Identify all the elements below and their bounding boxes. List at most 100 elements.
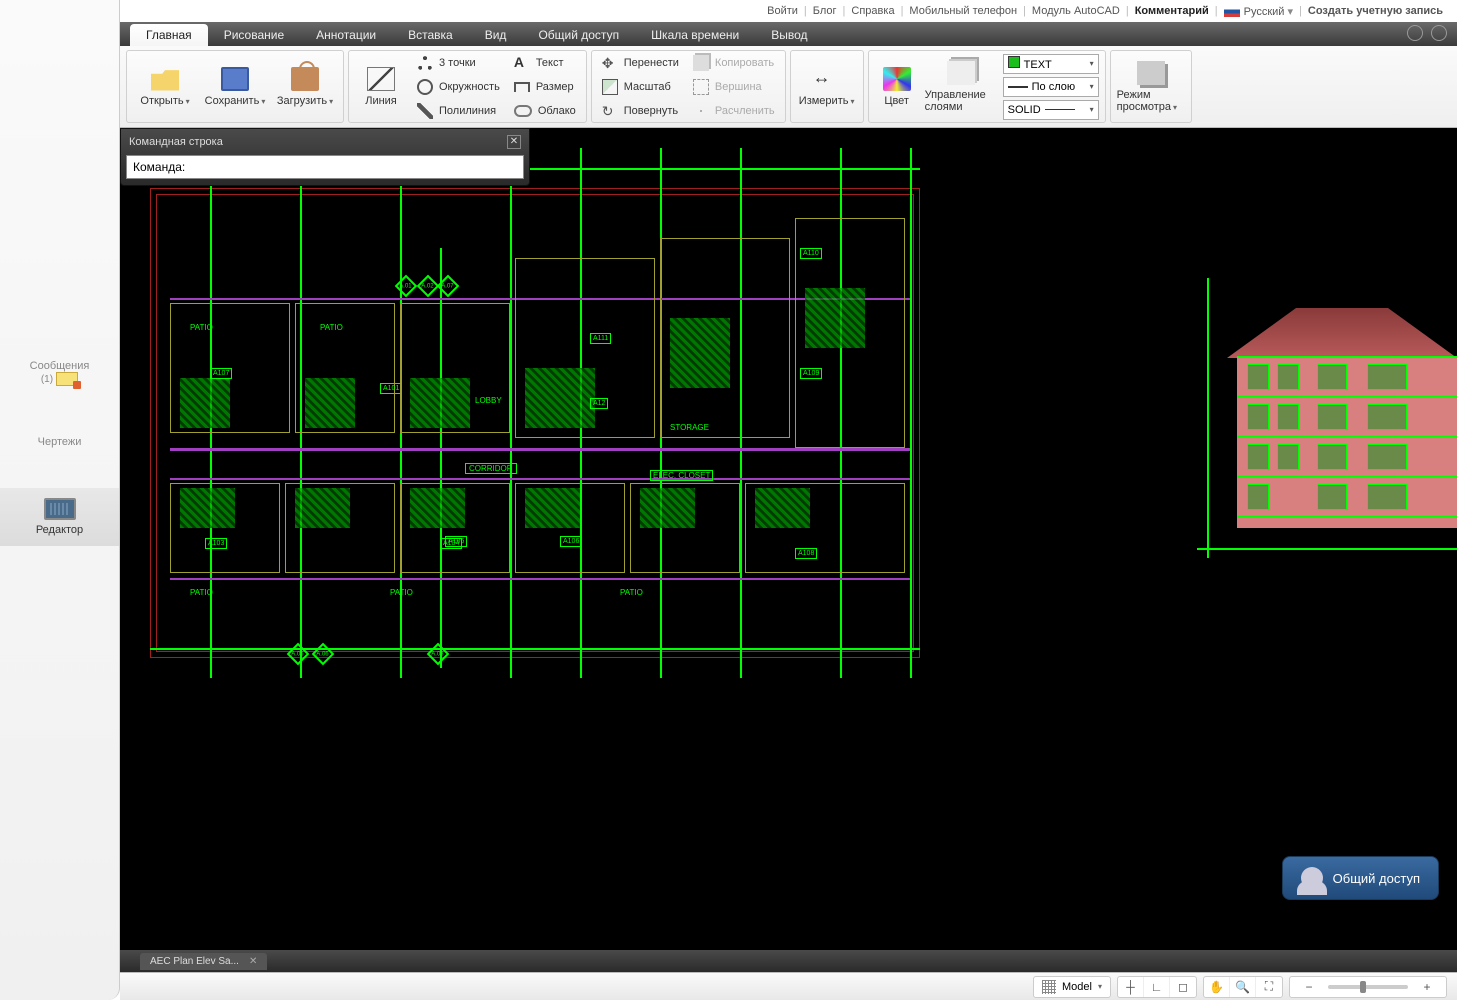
snap-object-toggle[interactable]: ◻ xyxy=(1170,977,1196,997)
polyline-button[interactable]: Полилиния xyxy=(413,100,504,122)
explode-button[interactable]: Расчленить xyxy=(689,100,779,122)
circle-icon xyxy=(417,79,433,95)
text-elec-closet: ELEC. CLOSET xyxy=(650,470,713,481)
zoom-out-button[interactable]: − xyxy=(1296,977,1322,997)
move-icon xyxy=(602,55,618,71)
color-button[interactable]: Цвет xyxy=(875,51,919,123)
link-mobile[interactable]: Мобильный телефон xyxy=(909,5,1017,17)
tab-sharing[interactable]: Общий доступ xyxy=(522,24,635,46)
ribbon-group-modify: Перенести Масштаб Повернуть Копировать В… xyxy=(591,50,786,123)
download-icon xyxy=(291,67,319,91)
command-input[interactable] xyxy=(126,155,524,179)
share-button[interactable]: Общий доступ xyxy=(1282,856,1439,900)
layers-button[interactable]: Управление слоями xyxy=(925,51,997,123)
vertex-button[interactable]: Вершина xyxy=(689,76,779,98)
nav-tools: ✋ 🔍 ⛶ xyxy=(1203,976,1283,998)
dimension-button[interactable]: Размер xyxy=(510,76,580,98)
room-label: A109 xyxy=(800,368,822,379)
layer-select[interactable]: TEXT▾ xyxy=(1003,54,1099,74)
copy-button[interactable]: Копировать xyxy=(689,52,779,74)
scale-icon xyxy=(602,79,618,95)
ribbon: Открыть▾ Сохранить▾ Загрузить▾ Линия 3 т… xyxy=(120,46,1457,128)
zoom-extents-button[interactable]: ⛶ xyxy=(1256,977,1282,997)
status-bar: Model ▾ ┼ ∟ ◻ ✋ 🔍 ⛶ − + xyxy=(120,972,1457,1000)
linetype-select[interactable]: SOLID▾ xyxy=(1003,100,1099,120)
zoom-control: − + xyxy=(1289,976,1447,998)
refresh-icon[interactable] xyxy=(1407,25,1423,41)
cloud-button[interactable]: Облако xyxy=(510,100,580,122)
ribbon-group-measure: Измерить▾ xyxy=(790,50,864,123)
snap-ortho-toggle[interactable]: ∟ xyxy=(1144,977,1170,997)
text-patio: PATIO xyxy=(190,588,213,597)
snap-grid-toggle[interactable]: ┼ xyxy=(1118,977,1144,997)
color-palette-icon xyxy=(883,67,911,91)
ribbon-group-file: Открыть▾ Сохранить▾ Загрузить▾ xyxy=(126,50,344,123)
link-blog[interactable]: Блог xyxy=(813,5,837,17)
zoom-slider[interactable] xyxy=(1328,985,1408,989)
viewmode-button[interactable]: Режим просмотра▾ xyxy=(1117,51,1185,123)
close-icon[interactable]: ✕ xyxy=(507,135,521,149)
text-button[interactable]: Текст xyxy=(510,52,580,74)
help-icon[interactable] xyxy=(1431,25,1447,41)
sidebar-item-editor[interactable]: Редактор xyxy=(0,488,119,546)
line-button[interactable]: Линия xyxy=(355,51,407,123)
link-autocad[interactable]: Модуль AutoCAD xyxy=(1032,5,1120,17)
tab-output[interactable]: Вывод xyxy=(755,24,823,46)
drawing-canvas[interactable]: Командная строка ✕ xyxy=(120,128,1457,950)
open-button[interactable]: Открыть▾ xyxy=(133,51,197,123)
text-patio: PATIO xyxy=(320,323,343,332)
vertex-icon xyxy=(693,79,709,95)
layer-color-swatch xyxy=(1008,56,1020,68)
rotate-icon xyxy=(602,103,618,119)
rotate-button[interactable]: Повернуть xyxy=(598,100,683,122)
tab-insert[interactable]: Вставка xyxy=(392,24,469,46)
command-title: Командная строка xyxy=(129,136,223,148)
room-label: A110 xyxy=(800,248,822,259)
tab-home[interactable]: Главная xyxy=(130,24,208,46)
ribbon-group-draw: Линия 3 точки Окружность Полилиния Текст… xyxy=(348,50,587,123)
tab-view[interactable]: Вид xyxy=(469,24,523,46)
room-label: A107 xyxy=(210,368,232,379)
text-patio: PATIO xyxy=(390,588,413,597)
link-comment[interactable]: Комментарий xyxy=(1135,5,1209,17)
save-button[interactable]: Сохранить▾ xyxy=(203,51,267,123)
sidebar-item-messages[interactable]: Сообщения (1) xyxy=(0,350,119,396)
cloud-icon xyxy=(514,105,532,117)
tab-timeline[interactable]: Шкала времени xyxy=(635,24,755,46)
pan-button[interactable]: ✋ xyxy=(1204,977,1230,997)
ribbon-group-view: Режим просмотра▾ xyxy=(1110,50,1192,123)
language-selector[interactable]: Русский ▾ xyxy=(1224,5,1293,18)
room-label: A105 xyxy=(445,536,467,547)
copy-icon xyxy=(693,55,709,71)
file-tab[interactable]: AEC Plan Elev Sa... ✕ xyxy=(140,953,267,970)
chevron-down-icon: ▾ xyxy=(1288,6,1294,18)
measure-button[interactable]: Измерить▾ xyxy=(797,51,857,123)
editor-icon xyxy=(44,498,76,520)
zoom-window-button[interactable]: 🔍 xyxy=(1230,977,1256,997)
sidebar-item-drawings[interactable]: Чертежи xyxy=(0,426,119,458)
circle-button[interactable]: Окружность xyxy=(413,76,504,98)
lineweight-select[interactable]: По слою▾ xyxy=(1003,77,1099,97)
three-points-icon xyxy=(417,55,433,71)
link-help[interactable]: Справка xyxy=(851,5,894,17)
main-area: Войти| Блог| Справка| Мобильный телефон|… xyxy=(120,0,1457,1000)
scale-button[interactable]: Масштаб xyxy=(598,76,683,98)
tab-annotations[interactable]: Аннотации xyxy=(300,24,392,46)
grid-icon xyxy=(1042,980,1056,994)
link-create-account[interactable]: Создать учетную запись xyxy=(1308,5,1443,17)
close-tab-icon[interactable]: ✕ xyxy=(249,956,257,967)
three-points-button[interactable]: 3 точки xyxy=(413,52,504,74)
tab-drawing[interactable]: Рисование xyxy=(208,24,300,46)
model-space-select[interactable]: Model ▾ xyxy=(1033,976,1111,998)
measure-icon xyxy=(813,67,841,91)
load-button[interactable]: Загрузить▾ xyxy=(273,51,337,123)
file-tab-label: AEC Plan Elev Sa... xyxy=(150,956,239,967)
folder-open-icon xyxy=(151,67,179,91)
text-lobby: LOBBY xyxy=(475,396,502,405)
zoom-in-button[interactable]: + xyxy=(1414,977,1440,997)
floor-plan: A107 A101 A111 A12 A110 A109 A103 A104 A… xyxy=(140,148,960,678)
text-patio: PATIO xyxy=(190,323,213,332)
move-button[interactable]: Перенести xyxy=(598,52,683,74)
link-login[interactable]: Войти xyxy=(767,5,798,17)
building-elevation xyxy=(1197,278,1457,558)
